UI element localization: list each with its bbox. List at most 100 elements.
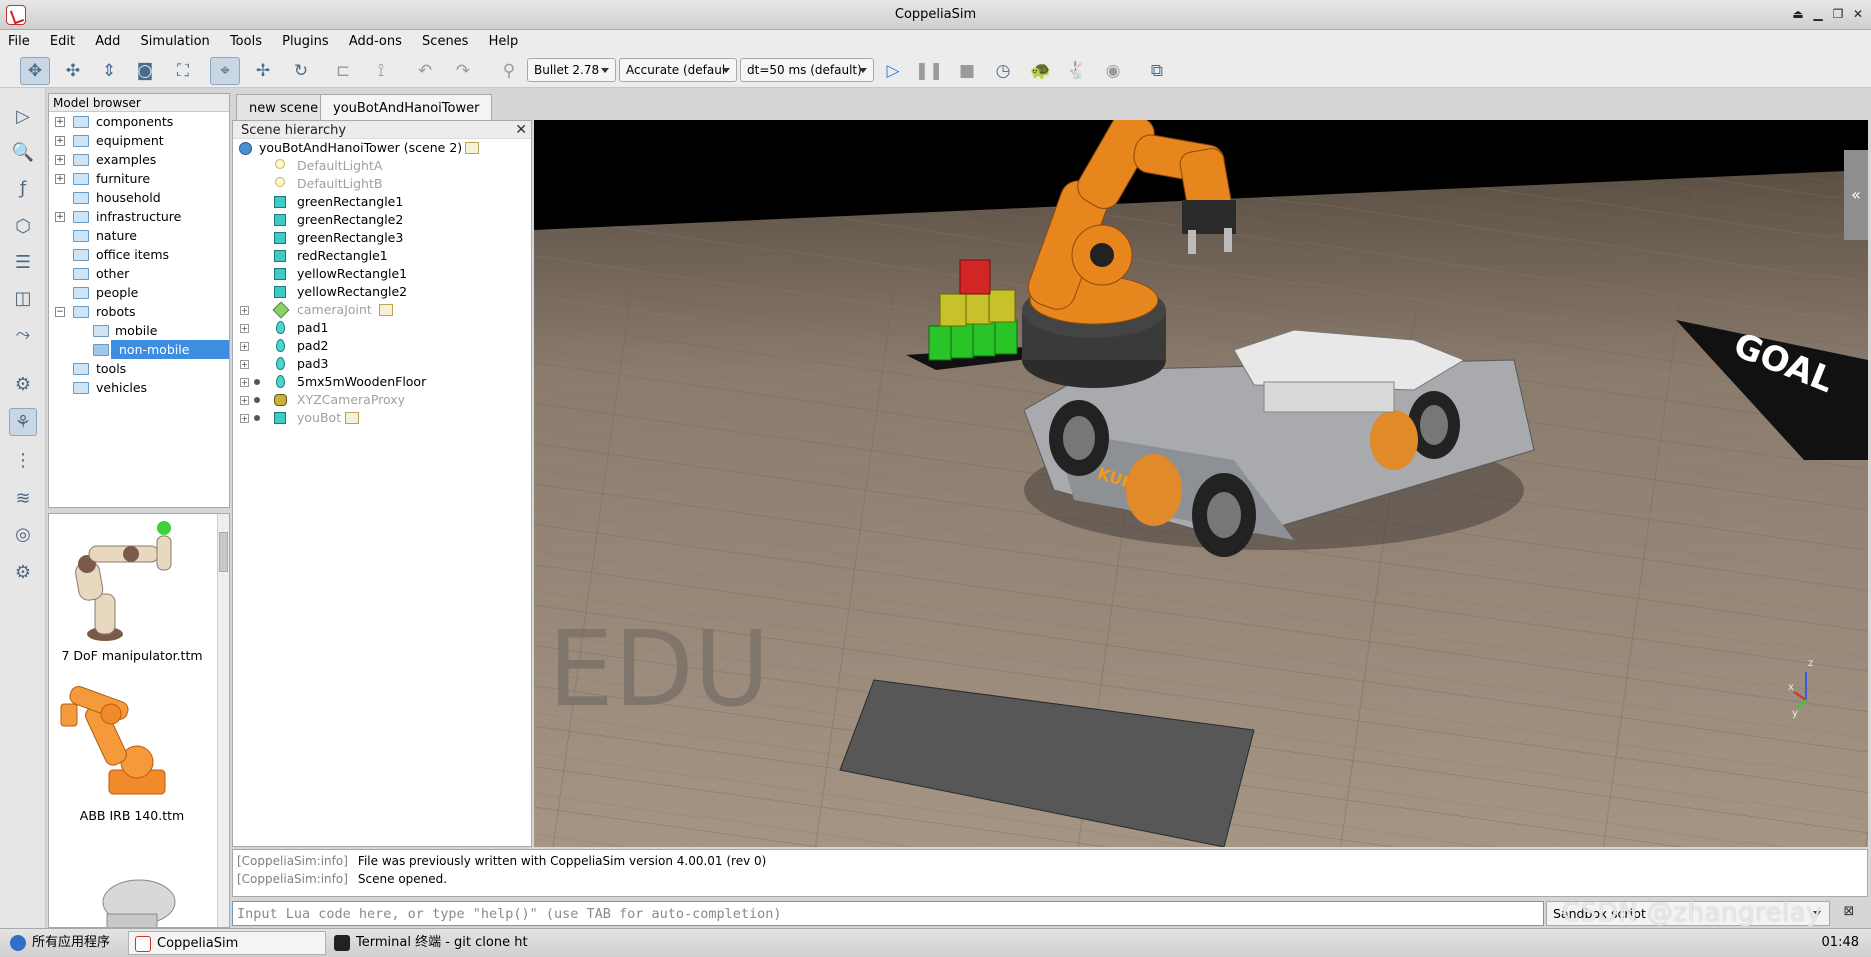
model-folder-vehicles[interactable]: vehicles bbox=[49, 378, 229, 397]
speed-up-icon[interactable]: 🐇 bbox=[1062, 57, 1092, 85]
scene-viewport[interactable]: GOAL KUKA EDU z x y « bbox=[534, 120, 1868, 847]
hierarchy-root[interactable]: youBotAndHanoiTower (scene 2) bbox=[233, 139, 531, 157]
video-recorder-icon[interactable]: ◎ bbox=[9, 520, 37, 548]
object-shift-icon[interactable]: ✢ bbox=[248, 57, 278, 85]
model-folder-non-mobile[interactable]: non-mobile bbox=[49, 340, 229, 359]
menu-help[interactable]: Help bbox=[481, 30, 527, 49]
shape-edit-icon[interactable]: ⬡ bbox=[9, 212, 37, 240]
cube-icon[interactable]: ◫ bbox=[9, 284, 37, 312]
hierarchy-item[interactable]: redRectangle1 bbox=[233, 247, 531, 265]
hierarchy-item[interactable]: + pad2 bbox=[233, 337, 531, 355]
hierarchy-item[interactable]: + pad1 bbox=[233, 319, 531, 337]
model-folder-people[interactable]: people bbox=[49, 283, 229, 302]
model-folder-office-items[interactable]: office items bbox=[49, 245, 229, 264]
model-folder-equipment[interactable]: + equipment bbox=[49, 131, 229, 150]
model-thumb-7dof[interactable]: 7 DoF manipulator.ttm bbox=[49, 514, 217, 664]
hierarchy-item[interactable]: DefaultLightB bbox=[233, 175, 531, 193]
menu-edit[interactable]: Edit bbox=[42, 30, 83, 49]
scripts-icon[interactable]: ƒ bbox=[9, 174, 37, 202]
click-select-icon[interactable]: ⌖ bbox=[210, 57, 240, 85]
user-settings-icon[interactable]: ⚙ bbox=[9, 558, 37, 586]
task-terminal[interactable]: Terminal 终端 - git clone htt… bbox=[328, 931, 528, 955]
hierarchy-item[interactable]: greenRectangle1 bbox=[233, 193, 531, 211]
camera-angle-icon[interactable]: ◙ bbox=[130, 57, 160, 85]
layers-icon[interactable]: ≋ bbox=[9, 484, 37, 512]
expand-icon[interactable]: + bbox=[55, 212, 65, 222]
minimize-icon[interactable]: ▁ bbox=[1809, 5, 1827, 23]
expand-icon[interactable]: + bbox=[240, 378, 249, 387]
slow-down-icon[interactable]: 🐢 bbox=[1026, 57, 1056, 85]
expand-icon[interactable]: + bbox=[240, 342, 249, 351]
hierarchy-item[interactable]: + cameraJoint bbox=[233, 301, 531, 319]
redo-icon[interactable]: ↷ bbox=[448, 57, 478, 85]
model-folder-tools[interactable]: tools bbox=[49, 359, 229, 378]
expand-icon[interactable]: + bbox=[240, 396, 249, 405]
model-folder-furniture[interactable]: + furniture bbox=[49, 169, 229, 188]
menu-tools[interactable]: Tools bbox=[222, 30, 270, 49]
pause-icon[interactable]: ❚❚ bbox=[914, 57, 944, 85]
task-coppeliasim[interactable]: CoppeliaSim bbox=[128, 931, 326, 955]
maximize-icon[interactable]: ❐ bbox=[1829, 5, 1847, 23]
timestep-select[interactable]: dt=50 ms (default) bbox=[740, 58, 874, 82]
menu-scenes[interactable]: Scenes bbox=[414, 30, 476, 49]
close-icon[interactable]: ✕ bbox=[515, 122, 527, 138]
selection-icon[interactable]: ☰ bbox=[9, 248, 37, 276]
object-properties-icon[interactable]: ▷ bbox=[9, 102, 37, 130]
menu-file[interactable]: File bbox=[0, 30, 38, 49]
expand-icon[interactable]: + bbox=[240, 360, 249, 369]
model-folder-household[interactable]: household bbox=[49, 188, 229, 207]
start-menu-button[interactable]: 所有应用程序 bbox=[4, 931, 126, 955]
transfer-dna-icon[interactable]: ⟟ bbox=[366, 57, 396, 85]
hierarchy-item[interactable]: + XYZCameraProxy bbox=[233, 391, 531, 409]
accuracy-select[interactable]: Accurate (defaul bbox=[619, 58, 737, 82]
hierarchy-item[interactable]: +5mx5mWoodenFloor bbox=[233, 373, 531, 391]
physics-engine-select[interactable]: Bullet 2.78 bbox=[527, 58, 616, 82]
expand-icon[interactable]: + bbox=[55, 174, 65, 184]
model-thumb-partial[interactable] bbox=[49, 874, 217, 927]
expand-icon[interactable]: + bbox=[55, 117, 65, 127]
model-browser-toggle-icon[interactable]: ⚘ bbox=[9, 408, 37, 436]
menu-add[interactable]: Add bbox=[87, 30, 128, 49]
expand-icon[interactable]: + bbox=[55, 136, 65, 146]
model-folder-nature[interactable]: nature bbox=[49, 226, 229, 245]
script-icon[interactable] bbox=[465, 142, 479, 154]
model-folder-robots[interactable]: − robots bbox=[49, 302, 229, 321]
hierarchy-item[interactable]: yellowRectangle1 bbox=[233, 265, 531, 283]
expand-icon[interactable]: + bbox=[240, 306, 249, 315]
model-thumb-abb-irb140[interactable]: ABB IRB 140.ttm bbox=[49, 674, 217, 824]
hierarchy-item[interactable]: + pad3 bbox=[233, 355, 531, 373]
script-icon[interactable] bbox=[379, 304, 393, 316]
tab-youbot-hanoi[interactable]: youBotAndHanoiTower bbox=[320, 94, 493, 121]
menu-add-ons[interactable]: Add-ons bbox=[341, 30, 410, 49]
camera-rotate-icon[interactable]: ✣ bbox=[58, 57, 88, 85]
script-icon[interactable] bbox=[345, 412, 359, 424]
expand-icon[interactable]: + bbox=[55, 155, 65, 165]
lua-command-input[interactable]: Input Lua code here, or type "help()" (u… bbox=[232, 901, 1544, 926]
undo-icon[interactable]: ↶ bbox=[410, 57, 440, 85]
model-folder-mobile[interactable]: mobile bbox=[49, 321, 229, 340]
expand-icon[interactable]: + bbox=[240, 324, 249, 333]
menu-simulation[interactable]: Simulation bbox=[133, 30, 218, 49]
model-folder-infrastructure[interactable]: + infrastructure bbox=[49, 207, 229, 226]
object-rotate-icon[interactable]: ↻ bbox=[286, 57, 316, 85]
hierarchy-item[interactable]: + youBot bbox=[233, 409, 531, 427]
fit-to-view-icon[interactable]: ⛶ bbox=[168, 57, 198, 85]
model-folder-components[interactable]: + components bbox=[49, 112, 229, 131]
collapse-icon[interactable]: − bbox=[55, 307, 65, 317]
page-selector-icon[interactable]: ⧉ bbox=[1142, 57, 1172, 85]
stop-icon[interactable]: ■ bbox=[952, 57, 982, 85]
calculation-modules-icon[interactable]: 🔍 bbox=[9, 138, 37, 166]
menu-plugins[interactable]: Plugins bbox=[274, 30, 337, 49]
hierarchy-item[interactable]: greenRectangle3 bbox=[233, 229, 531, 247]
dynamics-toggle-icon[interactable]: ⚲ bbox=[494, 57, 524, 85]
tab-new-scene[interactable]: new scene bbox=[236, 94, 332, 120]
visualization-toggle-icon[interactable]: ◉ bbox=[1098, 57, 1128, 85]
expand-icon[interactable]: + bbox=[240, 414, 249, 423]
collections-icon[interactable]: ⚙ bbox=[9, 370, 37, 398]
hierarchy-toggle-icon[interactable]: ⋮ bbox=[9, 446, 37, 474]
thumbnails-scrollbar[interactable] bbox=[217, 514, 229, 927]
assemble-icon[interactable]: ⊏ bbox=[328, 57, 358, 85]
model-folder-examples[interactable]: + examples bbox=[49, 150, 229, 169]
shade-window-icon[interactable]: ⏏ bbox=[1789, 5, 1807, 23]
play-icon[interactable]: ▷ bbox=[878, 57, 908, 85]
